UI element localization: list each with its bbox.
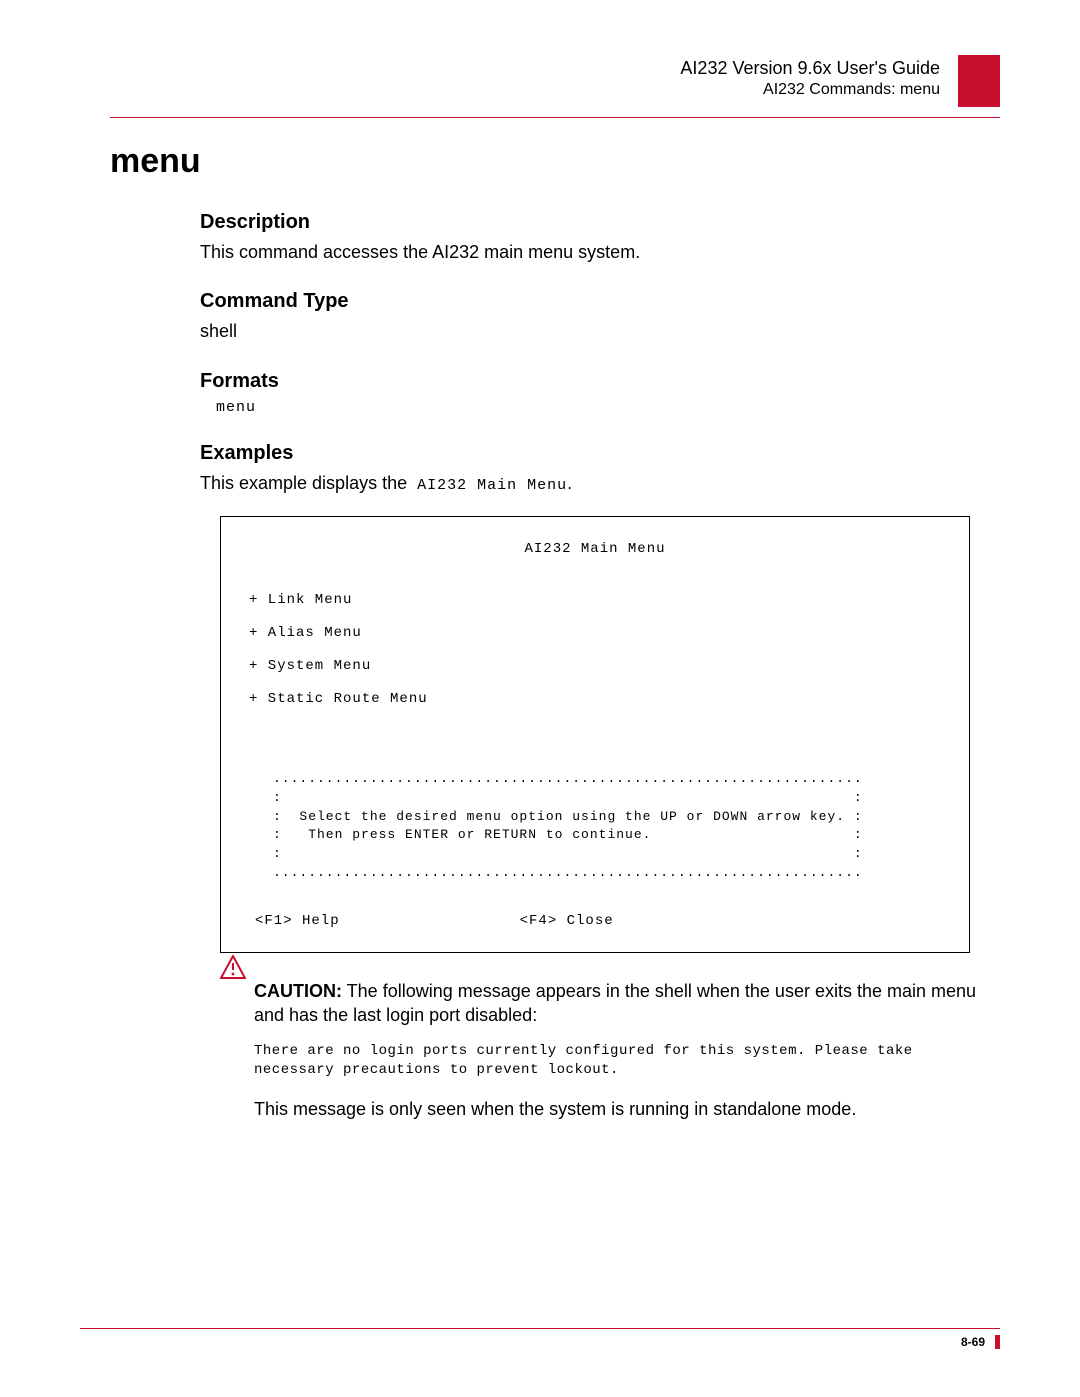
- menu-item: + Static Route Menu: [249, 689, 941, 710]
- caution-sentence-1: The following message appears in the she…: [254, 981, 976, 1025]
- terminal-fn-row: <F1> Help <F4> Close: [255, 911, 941, 932]
- menu-item: + Link Menu: [249, 590, 941, 611]
- terminal-title: AI232 Main Menu: [249, 539, 941, 560]
- menu-item: + System Menu: [249, 656, 941, 677]
- footer-divider: [80, 1328, 1000, 1329]
- examples-intro-prefix: This example displays the: [200, 473, 407, 493]
- footer: 8-69: [80, 1328, 1000, 1349]
- caution-text-2: This message is only seen when the syste…: [254, 1097, 990, 1121]
- caution-icon: [220, 955, 246, 984]
- menu-item: + Alias Menu: [249, 623, 941, 644]
- doc-subtitle: AI232 Commands: menu: [680, 80, 940, 101]
- page-number: 8-69: [961, 1335, 985, 1349]
- footer-tick: [995, 1335, 1000, 1349]
- fn-close: <F4> Close: [520, 911, 614, 932]
- terminal-instructions: ........................................…: [273, 770, 917, 883]
- formats-value: menu: [216, 399, 990, 416]
- caution-text-1: CAUTION: The following message appears i…: [254, 979, 990, 1028]
- command-type-value: shell: [200, 319, 990, 343]
- examples-intro-mono: AI232 Main Menu: [407, 477, 567, 494]
- section-formats-heading: Formats: [200, 370, 990, 393]
- page-title: menu: [110, 142, 1000, 181]
- terminal-output: AI232 Main Menu + Link Menu + Alias Menu…: [220, 516, 970, 953]
- description-text: This command accesses the AI232 main men…: [200, 240, 990, 264]
- brand-block: [958, 55, 1000, 107]
- footer-row: 8-69: [80, 1335, 1000, 1349]
- caution-body: CAUTION: The following message appears i…: [254, 979, 990, 1125]
- content-area: Description This command accesses the AI…: [200, 211, 990, 1125]
- doc-title: AI232 Version 9.6x User's Guide: [680, 57, 940, 80]
- section-command-type-heading: Command Type: [200, 290, 990, 313]
- caution-block: CAUTION: The following message appears i…: [220, 979, 990, 1125]
- header-text: AI232 Version 9.6x User's Guide AI232 Co…: [680, 55, 940, 101]
- examples-intro-suffix: .: [567, 473, 572, 493]
- header-divider: [110, 117, 1000, 118]
- header: AI232 Version 9.6x User's Guide AI232 Co…: [110, 55, 1000, 107]
- examples-intro: This example displays the AI232 Main Men…: [200, 471, 990, 496]
- page: AI232 Version 9.6x User's Guide AI232 Co…: [0, 0, 1080, 1397]
- caution-label: CAUTION:: [254, 981, 342, 1001]
- section-description-heading: Description: [200, 211, 990, 234]
- caution-mono: There are no login ports currently confi…: [254, 1042, 990, 1081]
- fn-help: <F1> Help: [255, 911, 340, 932]
- section-examples-heading: Examples: [200, 442, 990, 465]
